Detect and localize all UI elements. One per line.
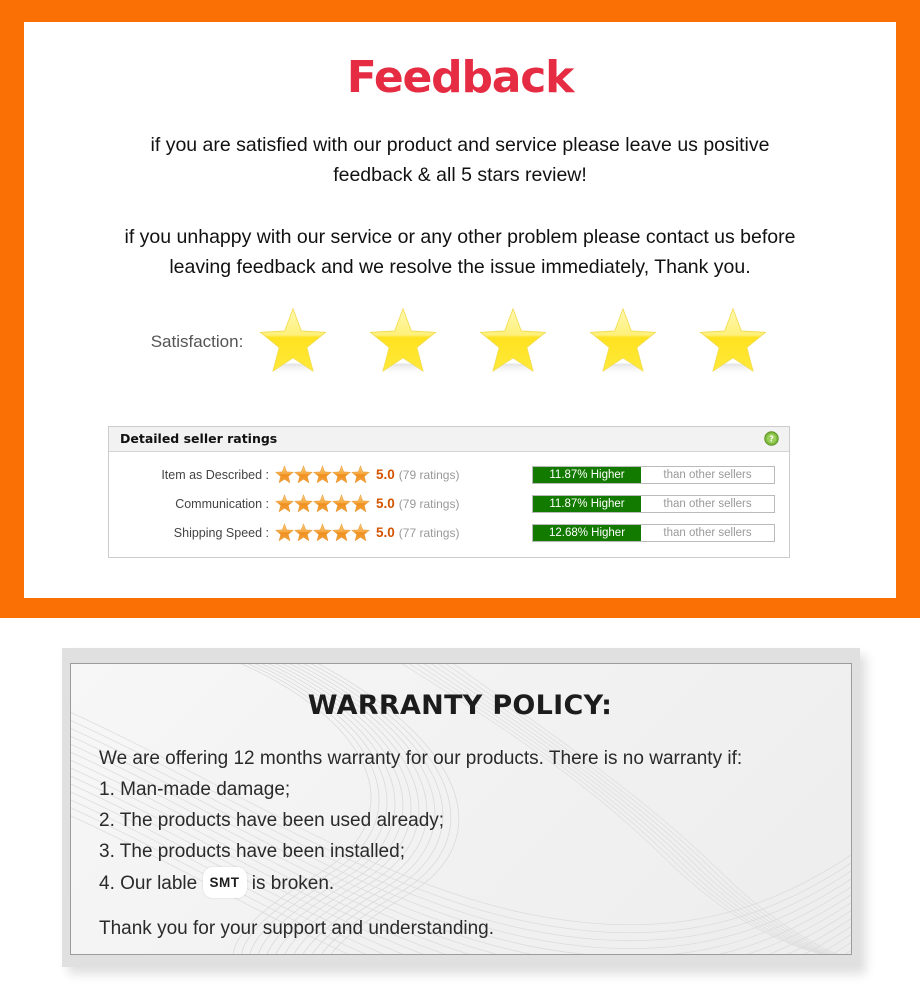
detailed-seller-ratings-header: Detailed seller ratings ? [109,427,789,452]
rating-stars [275,494,370,513]
warranty-item-4: 4. Our lable SMT is broken. [99,867,821,899]
rating-star [332,494,351,513]
satisfaction-rating-row: Satisfaction: [24,306,896,378]
table-row: Shipping Speed : 5.0 (77 ratings) 12.68% Hi… [109,518,775,547]
rating-stars [275,523,370,542]
satisfaction-star[interactable] [477,306,549,378]
svg-text:?: ? [769,435,774,444]
warranty-closing: Thank you for your support and understan… [99,918,495,939]
comparison-bar: 11.87% Higher than other sellers [532,494,775,513]
rating-star [294,523,313,542]
detailed-seller-ratings-title: Detailed seller ratings [120,431,278,446]
rating-score: 5.0 [376,496,395,511]
smt-label-badge: SMT [202,867,247,898]
warranty-section: WARRANTY POLICY: We are offering 12 mont… [0,618,920,1002]
satisfaction-stars [257,306,769,378]
rating-count: (79 ratings) [398,467,460,482]
warranty-item-3: 3. The products have been installed; [99,841,405,862]
rating-star [275,494,294,513]
comparison-bar: 11.87% Higher than other sellers [532,465,775,484]
rating-count: (79 ratings) [398,496,460,511]
warranty-content: WARRANTY POLICY: We are offering 12 mont… [71,664,851,944]
satisfaction-star[interactable] [367,306,439,378]
feedback-paragraph-1-line-2: feedback & all 5 stars review! [333,164,587,186]
comparison-value: 11.87% Higher [533,495,641,512]
feedback-paragraph-2-line-1: if you unhappy with our service or any o… [124,226,796,248]
satisfaction-star[interactable] [257,306,329,378]
warranty-intro: We are offering 12 months warranty for o… [99,748,743,769]
rating-star [313,494,332,513]
rating-score: 5.0 [376,525,395,540]
feedback-paragraph-2-line-2: leaving feedback and we resolve the issu… [169,256,751,278]
rating-star [294,494,313,513]
warranty-card-outer: WARRANTY POLICY: We are offering 12 mont… [62,648,860,967]
rating-star [275,523,294,542]
table-row: Communication : 5.0 (79 ratings) 11.87% Hig… [109,489,775,518]
warranty-item-4-prefix: 4. Our lable [99,873,198,894]
rating-score: 5.0 [376,467,395,482]
rating-category-label: Communication : [175,496,269,511]
rating-star [351,465,370,484]
comparison-bar: 12.68% Higher than other sellers [532,523,775,542]
rating-star [313,523,332,542]
rating-star [351,494,370,513]
comparison-baseline-label: than other sellers [663,497,752,510]
rating-category-label: Shipping Speed : [173,525,269,540]
feedback-panel: Feedback if you are satisfied with our p… [24,22,896,598]
warranty-title: WARRANTY POLICY: [307,690,613,721]
feedback-paragraph-2: if you unhappy with our service or any o… [60,222,860,282]
feedback-paragraph-1: if you are satisfied with our product an… [60,130,860,190]
satisfaction-star[interactable] [697,306,769,378]
detailed-seller-ratings-panel: Detailed seller ratings ? Item as Descri… [108,426,790,558]
comparison-baseline-label: than other sellers [663,526,752,539]
warranty-card: WARRANTY POLICY: We are offering 12 mont… [70,663,852,955]
page-title: Feedback [346,52,575,103]
satisfaction-star[interactable] [587,306,659,378]
rating-category-label: Item as Described : [161,467,269,482]
table-row: Item as Described : 5.0 (79 ratings) 11.87%… [109,460,775,489]
detailed-seller-ratings-body: Item as Described :5.0 (79 ratings) 11.87%… [109,452,789,557]
rating-star [351,523,370,542]
rating-star [332,465,351,484]
feedback-section: Feedback if you are satisfied with our p… [0,0,920,618]
warranty-item-1: 1. Man-made damage; [99,779,291,800]
comparison-value: 12.68% Higher [533,524,641,541]
rating-star [332,523,351,542]
warranty-item-4-suffix: is broken. [251,873,335,894]
rating-count: (77 ratings) [398,525,460,540]
satisfaction-label: Satisfaction: [150,332,244,351]
comparison-value: 11.87% Higher [533,466,641,483]
comparison-baseline-label: than other sellers [663,468,752,481]
rating-star [313,465,332,484]
question-mark-circle-icon[interactable]: ? [764,431,779,446]
rating-stars [275,465,370,484]
warranty-item-2: 2. The products have been used already; [99,810,445,831]
feedback-paragraph-1-line-1: if you are satisfied with our product an… [150,134,770,156]
rating-star [275,465,294,484]
rating-star [294,465,313,484]
